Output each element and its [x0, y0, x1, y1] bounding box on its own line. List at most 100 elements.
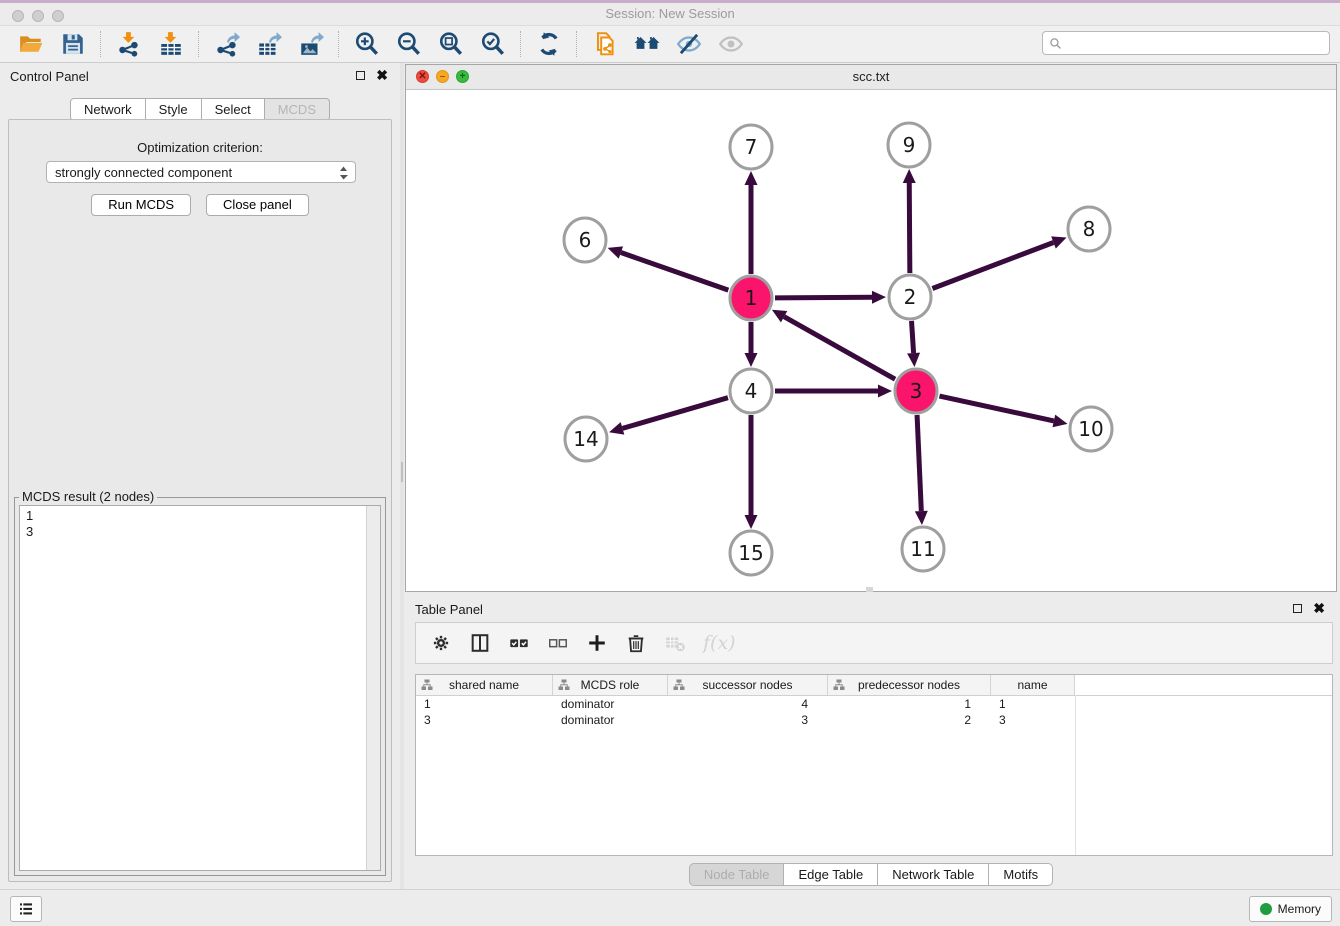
cell-name[interactable]: 1: [991, 697, 1075, 711]
app-close-icon[interactable]: [12, 10, 24, 22]
export-table-icon[interactable]: [256, 31, 282, 57]
close-panel-button[interactable]: Close panel: [206, 194, 309, 216]
split-panel-icon[interactable]: [469, 632, 491, 654]
network-close-icon[interactable]: ✕: [416, 70, 429, 83]
graph-edge-2-8[interactable]: [932, 236, 1066, 288]
graph-edge-1-7[interactable]: [745, 171, 758, 274]
tab-network[interactable]: Network: [70, 98, 146, 121]
delete-column-icon[interactable]: [625, 632, 647, 654]
cell-predecessor-nodes[interactable]: 2: [828, 713, 991, 727]
table-row[interactable]: 3dominator323: [416, 712, 1332, 728]
mcds-result-area[interactable]: 13: [19, 505, 381, 871]
graph-edge-1-6[interactable]: [608, 246, 729, 290]
cell-mcds-role[interactable]: dominator: [553, 697, 668, 711]
cell-successor-nodes[interactable]: 3: [668, 713, 828, 727]
import-network-icon[interactable]: [116, 31, 142, 57]
first-neighbors-icon[interactable]: [634, 31, 660, 57]
tab-node-table[interactable]: Node Table: [689, 863, 785, 886]
graph-node-11[interactable]: 11: [902, 527, 944, 571]
column-header-predecessor-nodes[interactable]: predecessor nodes: [828, 675, 991, 695]
graph-node-10[interactable]: 10: [1070, 407, 1112, 451]
graph-node-9[interactable]: 9: [888, 123, 930, 167]
graph-edge-1-2[interactable]: [775, 291, 886, 304]
cell-mcds-role[interactable]: dominator: [553, 713, 668, 727]
graph-node-6[interactable]: 6: [564, 218, 606, 262]
tab-network-table[interactable]: Network Table: [878, 863, 989, 886]
cell-predecessor-nodes[interactable]: 1: [828, 697, 991, 711]
control-panel-tabs: NetworkStyleSelectMCDS: [0, 98, 400, 121]
hide-selected-icon[interactable]: [676, 31, 702, 57]
network-canvas[interactable]: 1 2 3 4 6 7 8 9 10 11 14 15: [406, 89, 1336, 591]
cell-successor-nodes[interactable]: 4: [668, 697, 828, 711]
column-header-shared-name[interactable]: shared name: [416, 675, 553, 695]
search-input[interactable]: [1066, 35, 1323, 52]
graph-node-3[interactable]: 3: [895, 369, 937, 413]
column-header-name[interactable]: name: [991, 675, 1075, 695]
graph-edge-4-14[interactable]: [609, 398, 728, 435]
column-tree-icon: [673, 679, 685, 694]
export-network-icon[interactable]: [214, 31, 240, 57]
settings-icon[interactable]: [430, 632, 452, 654]
tab-select[interactable]: Select: [202, 98, 265, 121]
cell-name[interactable]: 3: [991, 713, 1075, 727]
graph-node-2[interactable]: 2: [889, 275, 931, 319]
import-table-icon[interactable]: [158, 31, 184, 57]
network-maximize-icon[interactable]: +: [456, 70, 469, 83]
network-window-titlebar[interactable]: ✕ – + scc.txt: [406, 65, 1336, 90]
table-row[interactable]: 1dominator411: [416, 696, 1332, 712]
graph-edge-4-15[interactable]: [745, 415, 758, 529]
criterion-select[interactable]: strongly connected component: [46, 161, 356, 183]
table-float-panel-icon[interactable]: [1293, 604, 1302, 613]
horizontal-splitter-handle[interactable]: [866, 587, 873, 592]
tab-motifs[interactable]: Motifs: [989, 863, 1053, 886]
app-minimize-icon[interactable]: [32, 10, 44, 22]
graph-edge-3-11[interactable]: [915, 415, 928, 525]
float-panel-icon[interactable]: [356, 71, 365, 80]
run-mcds-button[interactable]: Run MCDS: [91, 194, 191, 216]
application-window: Session: New Session Control Panel ✖ Net…: [0, 0, 1340, 926]
table-close-panel-icon[interactable]: ✖: [1313, 603, 1325, 614]
zoom-fit-icon[interactable]: [438, 31, 464, 57]
tab-style[interactable]: Style: [146, 98, 202, 121]
graph-node-14[interactable]: 14: [565, 417, 607, 461]
panel-splitter-handle[interactable]: [401, 462, 403, 482]
export-image-icon[interactable]: [298, 31, 324, 57]
cell-shared-name[interactable]: 3: [416, 713, 553, 727]
open-file-icon[interactable]: [18, 31, 44, 57]
mcds-tab-content: Optimization criterion: strongly connect…: [8, 119, 392, 882]
graph-node-15[interactable]: 15: [730, 531, 772, 575]
zoom-out-icon[interactable]: [396, 31, 422, 57]
graph-node-7[interactable]: 7: [730, 125, 772, 169]
graph-edge-3-1[interactable]: [772, 310, 895, 379]
zoom-selected-icon[interactable]: [480, 31, 506, 57]
svg-text:9: 9: [903, 133, 916, 157]
graph-node-8[interactable]: 8: [1068, 207, 1110, 251]
graph-node-1[interactable]: 1: [730, 276, 772, 320]
refresh-icon[interactable]: [536, 31, 562, 57]
save-icon[interactable]: [60, 31, 86, 57]
app-zoom-icon[interactable]: [52, 10, 64, 22]
network-from-selection-icon[interactable]: [592, 31, 618, 57]
result-scrollbar[interactable]: [366, 506, 380, 870]
column-header-mcds-role[interactable]: MCDS role: [553, 675, 668, 695]
task-history-button[interactable]: [10, 896, 42, 922]
tab-edge-table[interactable]: Edge Table: [784, 863, 878, 886]
memory-button[interactable]: Memory: [1249, 896, 1332, 922]
add-column-icon[interactable]: [586, 632, 608, 654]
global-search-box[interactable]: [1042, 31, 1330, 55]
graph-node-4[interactable]: 4: [730, 369, 772, 413]
graph-edge-3-10[interactable]: [939, 396, 1067, 427]
graph-edge-2-3[interactable]: [907, 321, 920, 367]
network-minimize-icon[interactable]: –: [436, 70, 449, 83]
close-panel-icon[interactable]: ✖: [376, 70, 388, 81]
graph-edge-2-9[interactable]: [903, 169, 916, 273]
cell-shared-name[interactable]: 1: [416, 697, 553, 711]
zoom-in-icon[interactable]: [354, 31, 380, 57]
graph-edge-1-4[interactable]: [745, 322, 758, 367]
control-panel-header: Control Panel ✖: [0, 63, 400, 89]
column-header-successor-nodes[interactable]: successor nodes: [668, 675, 828, 695]
select-all-icon[interactable]: [508, 632, 530, 654]
graph-edge-4-3[interactable]: [775, 385, 892, 398]
deselect-all-icon[interactable]: [547, 632, 569, 654]
tab-mcds[interactable]: MCDS: [265, 98, 330, 121]
